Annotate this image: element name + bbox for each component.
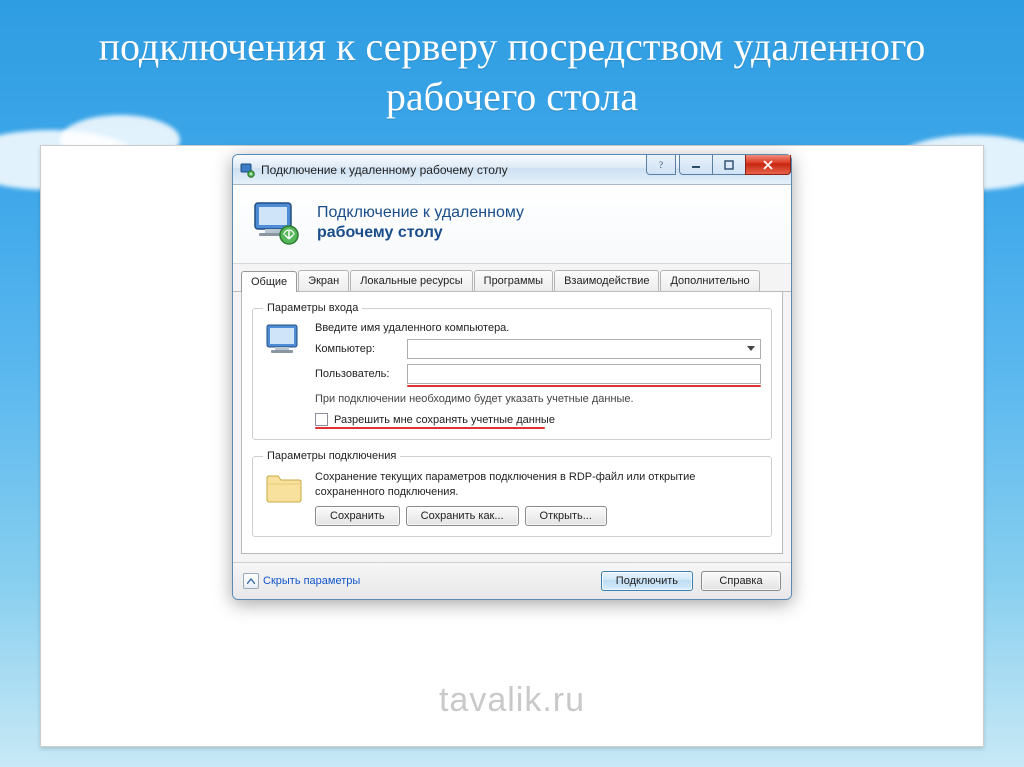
connection-note: Сохранение текущих параметров подключени… — [315, 470, 761, 500]
computer-label: Компьютер: — [315, 343, 399, 355]
login-note: При подключении необходимо будет указать… — [315, 393, 761, 405]
user-input[interactable] — [407, 364, 761, 384]
save-button[interactable]: Сохранить — [315, 506, 400, 526]
rdp-window: Подключение к удаленному рабочему столу … — [232, 154, 792, 600]
highlight-underline-2 — [315, 427, 545, 429]
login-group: Параметры входа Введите имя удаленного к… — [252, 302, 772, 440]
tab-programs[interactable]: Программы — [474, 270, 553, 291]
user-label: Пользователь: — [315, 368, 399, 380]
banner: Подключение к удаленному рабочему столу — [233, 185, 791, 264]
rdp-app-icon — [239, 162, 255, 178]
window-footer: Скрыть параметры Подключить Справка — [233, 562, 791, 599]
connection-group: Параметры подключения Сохранение текущих… — [252, 450, 772, 537]
close-button[interactable] — [745, 155, 791, 175]
chevron-up-icon — [243, 573, 259, 589]
titlebar[interactable]: Подключение к удаленному рабочему столу … — [233, 155, 791, 185]
save-credentials-checkbox[interactable] — [315, 413, 328, 426]
tab-advanced[interactable]: Дополнительно — [660, 270, 759, 291]
login-instruction: Введите имя удаленного компьютера. — [315, 322, 761, 334]
rdp-banner-icon — [249, 199, 305, 247]
tab-experience[interactable]: Взаимодействие — [554, 270, 659, 291]
save-credentials-label: Разрешить мне сохранять учетные данные — [334, 414, 555, 426]
tab-display[interactable]: Экран — [298, 270, 349, 291]
connect-button[interactable]: Подключить — [601, 571, 693, 591]
hide-options-link[interactable]: Скрыть параметры — [243, 573, 360, 589]
minimize-button[interactable] — [679, 155, 713, 175]
computer-combo[interactable] — [407, 339, 761, 359]
tab-general[interactable]: Общие — [241, 271, 297, 292]
banner-line1: Подключение к удаленному — [317, 203, 524, 223]
connection-legend: Параметры подключения — [263, 450, 400, 462]
help-button[interactable]: ? — [646, 155, 676, 175]
banner-text: Подключение к удаленному рабочему столу — [317, 203, 524, 243]
watermark: tavalik.ru — [41, 681, 983, 720]
tab-strip: Общие Экран Локальные ресурсы Программы … — [233, 264, 791, 292]
tab-content: Параметры входа Введите имя удаленного к… — [241, 292, 783, 554]
folder-icon — [263, 470, 305, 526]
maximize-button[interactable] — [712, 155, 746, 175]
help-footer-button[interactable]: Справка — [701, 571, 781, 591]
window-title: Подключение к удаленному рабочему столу — [261, 163, 508, 177]
computer-icon — [263, 322, 305, 429]
slide-title: подключения к серверу посредством удален… — [0, 0, 1024, 122]
tab-local-resources[interactable]: Локальные ресурсы — [350, 270, 472, 291]
save-as-button[interactable]: Сохранить как... — [406, 506, 519, 526]
highlight-underline — [407, 385, 761, 387]
hide-options-text: Скрыть параметры — [263, 575, 360, 587]
login-legend: Параметры входа — [263, 302, 362, 314]
banner-line2: рабочему столу — [317, 223, 524, 243]
svg-text:?: ? — [659, 160, 663, 170]
open-button[interactable]: Открыть... — [525, 506, 607, 526]
computer-input[interactable] — [407, 339, 761, 359]
slide-frame: Подключение к удаленному рабочему столу … — [40, 145, 984, 747]
